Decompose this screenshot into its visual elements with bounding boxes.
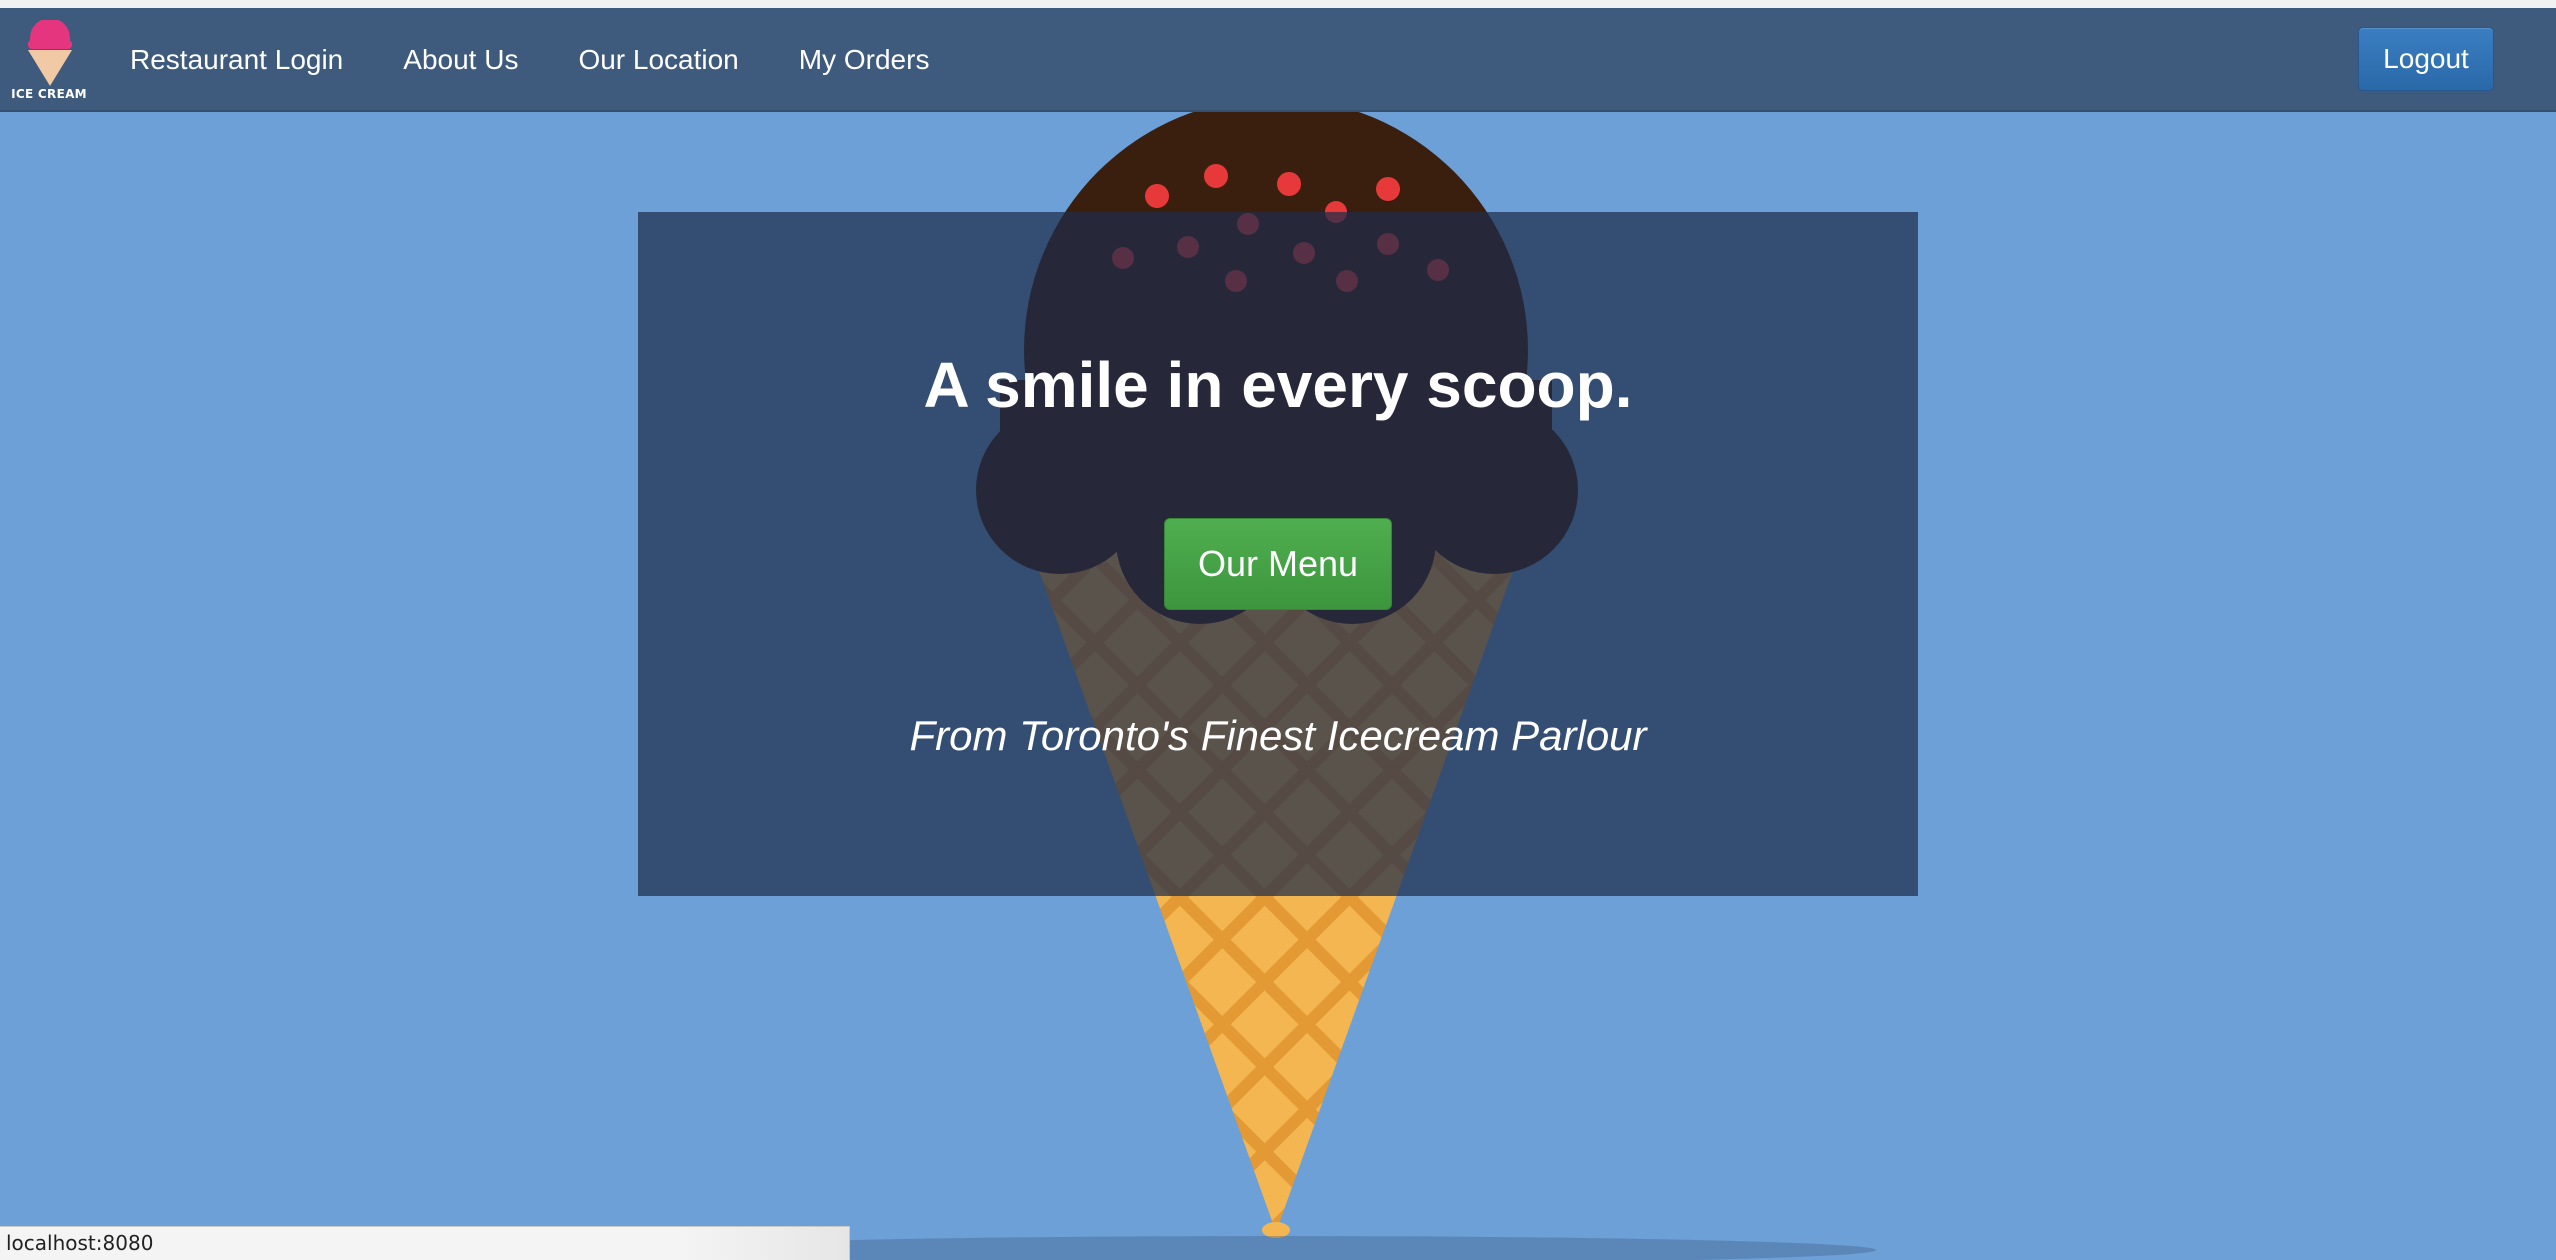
browser-top-strip bbox=[0, 0, 2556, 8]
brand-logo[interactable]: ICE CREAM bbox=[6, 20, 92, 108]
nav-restaurant-login[interactable]: Restaurant Login bbox=[100, 44, 373, 76]
hero-panel: A smile in every scoop. Our Menu From To… bbox=[638, 212, 1918, 896]
logout-button[interactable]: Logout bbox=[2358, 27, 2494, 91]
nav-our-location[interactable]: Our Location bbox=[548, 44, 768, 76]
our-menu-button[interactable]: Our Menu bbox=[1164, 518, 1392, 610]
nav-about-us[interactable]: About Us bbox=[373, 44, 548, 76]
navbar: ICE CREAM Restaurant Login About Us Our … bbox=[0, 8, 2556, 112]
ice-cream-cone-logo-icon bbox=[28, 20, 72, 86]
hero-title: A smile in every scoop. bbox=[923, 349, 1633, 421]
browser-status-bar-url: localhost:8080 bbox=[0, 1226, 850, 1260]
nav-my-orders[interactable]: My Orders bbox=[769, 44, 960, 76]
logo-text: ICE CREAM bbox=[11, 87, 87, 101]
nav-links: Restaurant Login About Us Our Location M… bbox=[100, 8, 959, 112]
hero-tagline: From Toronto's Finest Icecream Parlour bbox=[909, 712, 1647, 759]
